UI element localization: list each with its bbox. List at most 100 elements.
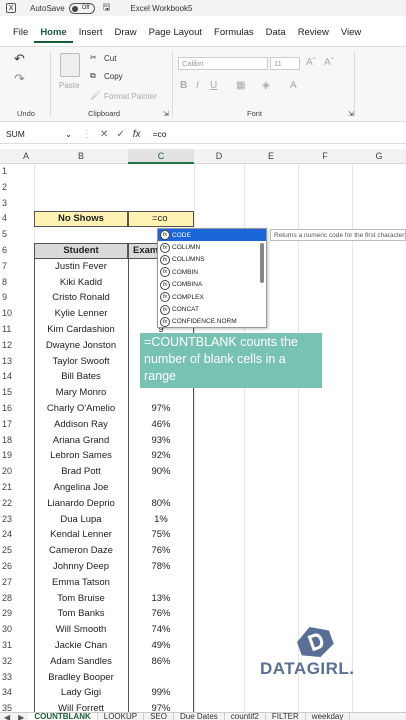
exam-score-cell[interactable]: 49% — [128, 638, 194, 654]
row-header[interactable]: 11 — [0, 322, 18, 338]
row-header[interactable]: 31 — [0, 638, 18, 654]
row-header[interactable]: 15 — [0, 385, 18, 401]
borders-icon[interactable]: ▦ — [236, 80, 245, 91]
cancel-icon[interactable]: ✕ — [100, 129, 108, 140]
row-header[interactable]: 7 — [0, 259, 18, 275]
font-name-select[interactable]: Calibri — [178, 57, 268, 70]
row-header[interactable]: 8 — [0, 275, 18, 291]
student-name-cell[interactable]: Brad Pott — [34, 464, 128, 480]
grow-font-icon[interactable]: Aˆ — [306, 57, 316, 68]
row-header[interactable]: 16 — [0, 401, 18, 417]
exam-score-cell[interactable]: 90% — [128, 464, 194, 480]
row-header[interactable]: 27 — [0, 575, 18, 591]
enter-icon[interactable]: ✓ — [116, 129, 124, 140]
tab-draw[interactable]: Draw — [108, 27, 142, 38]
student-name-cell[interactable]: Johnny Deep — [34, 559, 128, 575]
student-name-cell[interactable]: Kim Cardashion — [34, 322, 128, 338]
sheet-tab-weekday[interactable]: weekday — [306, 713, 351, 720]
row-header[interactable]: 21 — [0, 480, 18, 496]
student-name-cell[interactable]: Lianardo Deprio — [34, 496, 128, 512]
row-header[interactable]: 17 — [0, 417, 18, 433]
row-header[interactable]: 19 — [0, 448, 18, 464]
column-header-g[interactable]: G — [352, 149, 406, 164]
save-icon[interactable]: 🖫 — [103, 0, 111, 16]
shrink-font-icon[interactable]: Aˇ — [324, 57, 334, 68]
row-header[interactable]: 13 — [0, 354, 18, 370]
exam-score-cell[interactable]: 75% — [128, 527, 194, 543]
row-header[interactable]: 26 — [0, 559, 18, 575]
student-name-cell[interactable]: Kylie Lenner — [34, 306, 128, 322]
tab-page-layout[interactable]: Page Layout — [143, 27, 208, 38]
row-header[interactable]: 22 — [0, 496, 18, 512]
formula-input[interactable]: =co — [153, 129, 167, 139]
student-name-cell[interactable]: Emma Tatson — [34, 575, 128, 591]
font-launcher-icon[interactable]: ⇲ — [348, 110, 354, 118]
autocomplete-scrollbar[interactable] — [260, 243, 264, 283]
row-header[interactable]: 6 — [0, 243, 18, 259]
exam-score-cell[interactable]: 13% — [128, 591, 194, 607]
row-header[interactable]: 28 — [0, 591, 18, 607]
column-header-b[interactable]: B — [34, 149, 128, 164]
autocomplete-item[interactable]: fx COLUMNS — [158, 254, 266, 266]
exam-score-cell[interactable]: 78% — [128, 559, 194, 575]
sheet-scroll-left-icon[interactable]: ◀ — [0, 713, 14, 720]
sheet-scroll-right-icon[interactable]: ▶ — [14, 713, 28, 720]
row-header[interactable]: 14 — [0, 369, 18, 385]
row-header[interactable]: 4 — [0, 211, 18, 227]
student-name-cell[interactable]: Tom Bruise — [34, 591, 128, 607]
row-header[interactable]: 9 — [0, 290, 18, 306]
exam-score-cell[interactable] — [128, 575, 194, 591]
row-header[interactable]: 20 — [0, 464, 18, 480]
paste-icon[interactable] — [60, 53, 80, 77]
autocomplete-item[interactable]: fx CODE — [158, 229, 266, 242]
student-name-cell[interactable]: Angelina Joe — [34, 480, 128, 496]
autocomplete-item[interactable]: fx COMBIN — [158, 266, 266, 278]
row-header[interactable]: 3 — [0, 196, 18, 212]
tab-insert[interactable]: Insert — [73, 27, 109, 38]
row-header[interactable]: 24 — [0, 527, 18, 543]
redo-icon[interactable]: ↷ — [14, 71, 25, 87]
column-header-d[interactable]: D — [194, 149, 244, 164]
column-header-a[interactable]: A — [18, 149, 34, 164]
autocomplete-item[interactable]: fx COLUMN — [158, 241, 266, 253]
sheet-tab-seo[interactable]: SEO — [144, 713, 174, 720]
student-name-cell[interactable]: Dua Lupa — [34, 512, 128, 528]
exam-score-cell[interactable]: 80% — [128, 496, 194, 512]
tab-home[interactable]: Home — [34, 27, 73, 43]
student-name-cell[interactable]: Kiki Kadid — [34, 275, 128, 291]
name-box[interactable]: SUM ⌄ — [0, 129, 76, 140]
underline-icon[interactable]: U — [210, 80, 217, 91]
tab-view[interactable]: View — [335, 27, 367, 38]
autocomplete-item[interactable]: fx COMBINA — [158, 279, 266, 291]
row-header[interactable]: 32 — [0, 654, 18, 670]
row-header[interactable]: 34 — [0, 685, 18, 701]
exam-score-cell[interactable]: 74% — [128, 622, 194, 638]
bold-icon[interactable]: B — [180, 80, 187, 91]
exam-score-cell[interactable]: 76% — [128, 606, 194, 622]
student-name-cell[interactable]: Taylor Swooft — [34, 354, 128, 370]
student-name-cell[interactable]: Justin Fever — [34, 259, 128, 275]
clipboard-launcher-icon[interactable]: ⇲ — [163, 110, 169, 118]
tab-data[interactable]: Data — [260, 27, 292, 38]
column-header-f[interactable]: F — [298, 149, 352, 164]
exam-score-cell[interactable]: 92% — [128, 448, 194, 464]
row-header[interactable]: 1 — [0, 164, 18, 180]
italic-icon[interactable]: I — [196, 80, 199, 91]
row-header[interactable]: 29 — [0, 606, 18, 622]
exam-score-cell[interactable]: 97% — [128, 401, 194, 417]
column-header-c[interactable]: C — [128, 149, 194, 164]
student-name-cell[interactable]: Lebron Sames — [34, 448, 128, 464]
row-header[interactable]: 5 — [0, 227, 18, 243]
undo-icon[interactable]: ↶ — [14, 51, 25, 67]
row-header[interactable]: 23 — [0, 512, 18, 528]
sheet-tab-due-dates[interactable]: Due Dates — [174, 713, 225, 720]
column-header-e[interactable]: E — [244, 149, 298, 164]
exam-score-cell[interactable] — [128, 670, 194, 686]
select-all-corner[interactable] — [0, 149, 18, 164]
student-name-cell[interactable]: Bill Bates — [34, 369, 128, 385]
student-name-cell[interactable]: Kendal Lenner — [34, 527, 128, 543]
exam-score-cell[interactable]: 76% — [128, 543, 194, 559]
tab-file[interactable]: File — [0, 27, 34, 38]
autosave-toggle[interactable]: Off — [68, 2, 95, 14]
student-name-cell[interactable]: Charly O'Amelio — [34, 401, 128, 417]
